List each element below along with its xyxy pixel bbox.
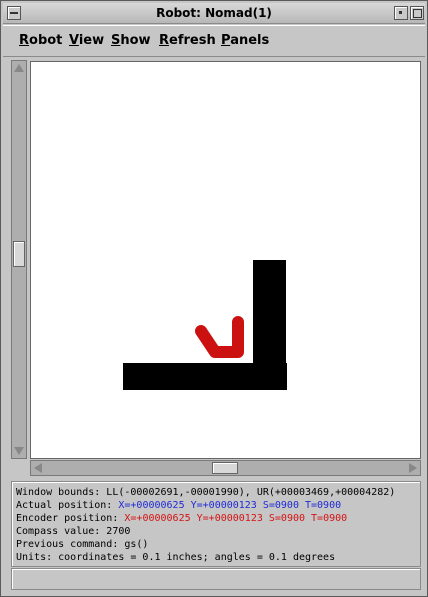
title-bar[interactable]: Robot: Nomad(1) (3, 3, 425, 24)
status-bar (11, 568, 421, 590)
actual-position-values: X=+00000625 Y=+00000123 S=0900 T=0900 (118, 500, 342, 511)
menu-show[interactable]: Show (111, 33, 151, 48)
obstacle-vertical-wall (253, 260, 286, 363)
menu-view[interactable]: View (69, 33, 104, 48)
robot-window: Robot: Nomad(1) Robot View Show Refresh … (0, 0, 428, 597)
actual-position-label: Actual position: (16, 500, 113, 511)
arrow-left-icon[interactable] (31, 461, 45, 475)
actual-position-line: Actual position: X=+00000625 Y=+00000123… (16, 499, 341, 512)
menu-robot[interactable]: Robot (19, 33, 62, 48)
window-title: Robot: Nomad(1) (156, 6, 272, 20)
obstacle-horizontal-wall (123, 363, 287, 390)
robot-map-canvas[interactable] (30, 61, 421, 459)
maximize-icon[interactable] (410, 6, 424, 20)
previous-command-text: Previous command: gs() (16, 539, 149, 550)
window-bounds-text: Window bounds: LL(-00002691,-00001990), … (16, 487, 396, 498)
robot-path (195, 316, 244, 358)
horizontal-scrollbar[interactable] (30, 460, 421, 476)
encoder-position-line: Encoder position: X=+00000625 Y=+0000012… (16, 512, 347, 525)
compass-value-text: Compass value: 2700 (16, 526, 131, 537)
arrow-up-icon[interactable] (12, 61, 26, 75)
map-drawing (123, 260, 287, 390)
encoder-position-label: Encoder position: (16, 513, 119, 524)
menu-refresh[interactable]: Refresh (159, 33, 216, 48)
vertical-scrollbar[interactable] (11, 60, 27, 459)
menu-bar: Robot View Show Refresh Panels (3, 25, 425, 57)
arrow-down-icon[interactable] (12, 444, 26, 458)
encoder-position-values: X=+00000625 Y=+00000123 S=0900 T=0900 (124, 513, 348, 524)
menu-panels[interactable]: Panels (221, 33, 269, 48)
horizontal-scroll-thumb[interactable] (212, 462, 238, 474)
arrow-right-icon[interactable] (406, 461, 420, 475)
units-text: Units: coordinates = 0.1 inches; angles … (16, 552, 336, 563)
minimize-icon[interactable] (394, 6, 408, 20)
vertical-scroll-thumb[interactable] (13, 241, 25, 267)
robot-info-panel: Window bounds: LL(-00002691,-00001990), … (11, 481, 421, 567)
